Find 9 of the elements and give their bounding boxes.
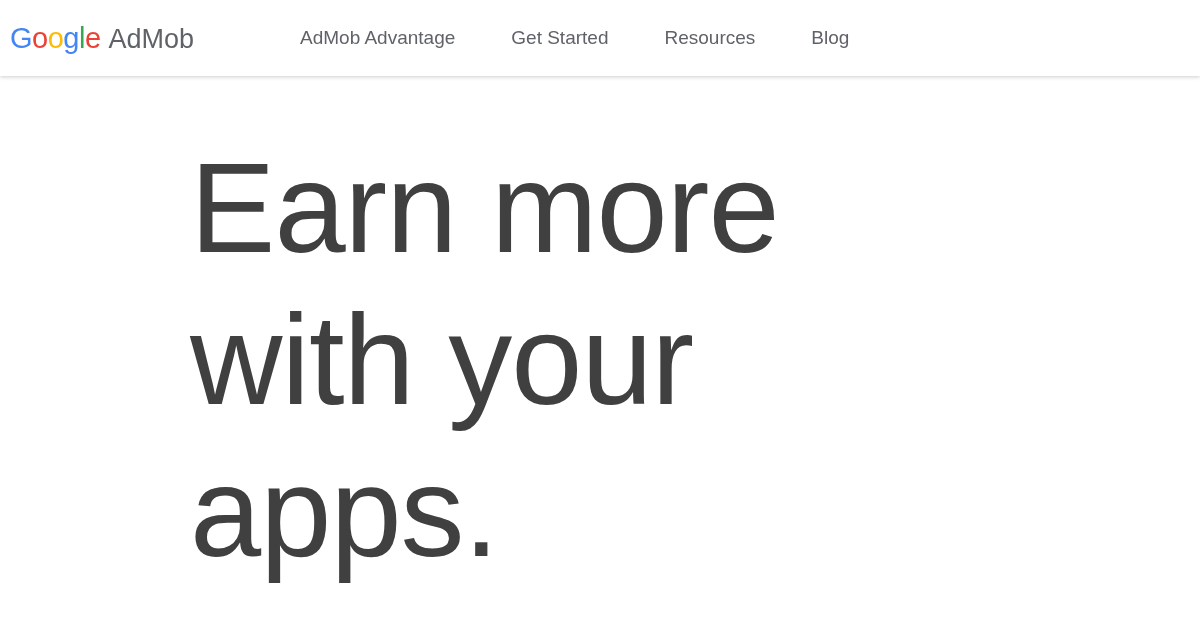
nav-link[interactable]: Blog bbox=[811, 27, 850, 49]
nav-link[interactable]: Get Started bbox=[511, 27, 609, 49]
brand-logo[interactable]: Google bbox=[10, 21, 101, 55]
headline-line: apps. bbox=[190, 439, 500, 585]
product-name: AdMob bbox=[108, 23, 195, 55]
headline-line: Earn more bbox=[190, 135, 780, 281]
nav-link[interactable]: Resources bbox=[664, 27, 756, 49]
headline-line: with your bbox=[190, 287, 695, 433]
nav-link[interactable]: AdMob Advantage bbox=[300, 27, 456, 49]
